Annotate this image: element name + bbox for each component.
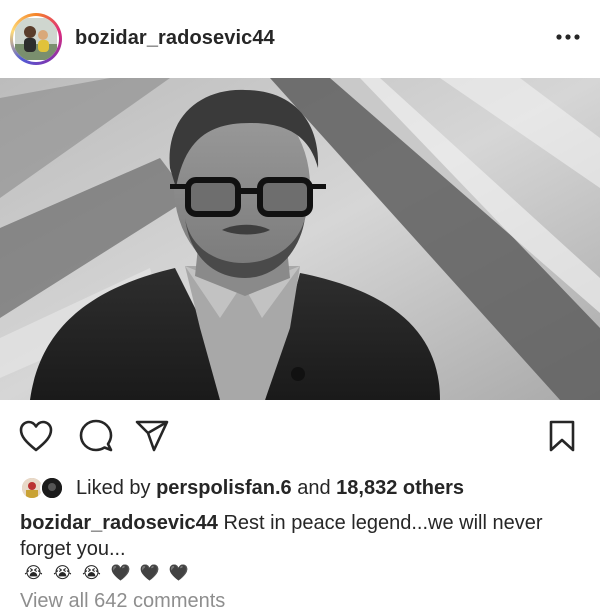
liker-avatar xyxy=(40,476,64,500)
crying-emoji: 😭 xyxy=(53,565,72,582)
likes-conjunction: and xyxy=(297,477,331,499)
liker-avatars[interactable] xyxy=(20,476,68,500)
black-heart-emoji: 🖤 xyxy=(139,565,160,582)
share-button[interactable] xyxy=(132,416,172,456)
likes-text: Liked by perspolisfan.6 and 18,832 other… xyxy=(76,477,464,500)
like-button[interactable] xyxy=(16,416,56,456)
more-options-button[interactable] xyxy=(551,25,585,49)
likes-count[interactable]: 18,832 others xyxy=(336,477,464,499)
black-heart-emoji: 🖤 xyxy=(110,565,131,582)
post-caption: bozidar_radosevic44 Rest in peace legend… xyxy=(20,510,580,562)
view-all-comments-link[interactable]: View all 642 comments xyxy=(20,590,225,613)
likes-prefix: Liked by xyxy=(76,477,151,499)
crying-emoji: 😭 xyxy=(82,565,101,582)
profile-avatar[interactable] xyxy=(10,13,62,65)
post-username[interactable]: bozidar_radosevic44 xyxy=(75,27,275,50)
black-heart-emoji: 🖤 xyxy=(168,565,189,582)
paper-plane-icon xyxy=(135,420,169,452)
avatar-image xyxy=(13,16,59,62)
three-dots-icon xyxy=(556,34,580,40)
post-header: bozidar_radosevic44 xyxy=(0,0,600,78)
liker-username[interactable]: perspolisfan.6 xyxy=(156,477,292,499)
action-bar xyxy=(0,400,600,472)
caption-username[interactable]: bozidar_radosevic44 xyxy=(20,512,218,534)
likes-row: Liked by perspolisfan.6 and 18,832 other… xyxy=(0,472,600,504)
crying-emoji: 😭 xyxy=(24,565,43,582)
heart-outline-icon xyxy=(19,420,53,452)
comment-bubble-icon xyxy=(79,419,113,452)
bookmark-icon xyxy=(549,420,575,452)
post-photo[interactable] xyxy=(0,78,600,400)
comment-button[interactable] xyxy=(76,416,116,456)
save-button[interactable] xyxy=(542,416,582,456)
caption-emojis: 😭 😭 😭 🖤 🖤 🖤 xyxy=(20,560,192,586)
